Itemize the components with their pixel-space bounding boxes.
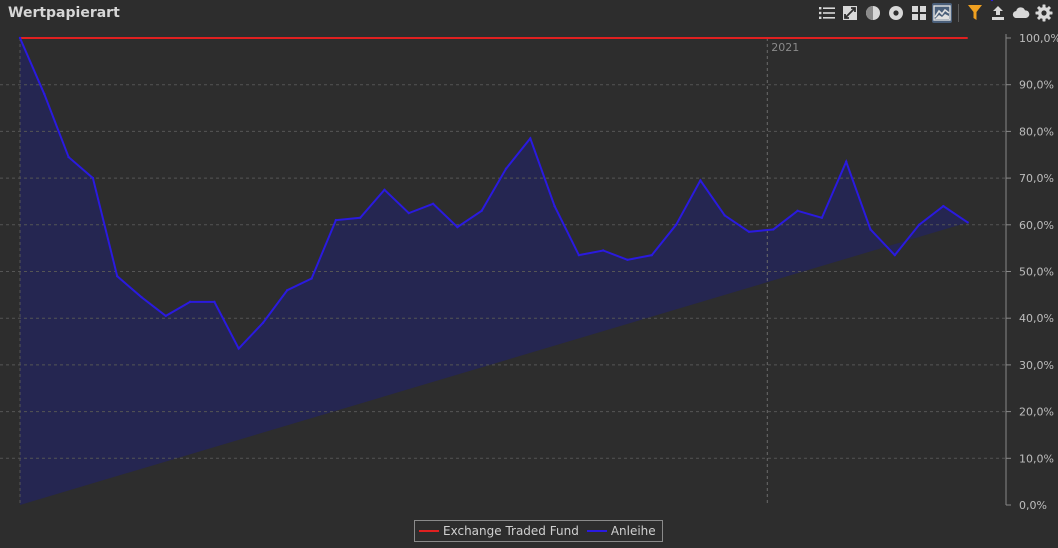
- anleihe-point: [674, 223, 678, 226]
- legend-item-anleihe[interactable]: Anleihe: [586, 524, 656, 538]
- stacked-area-chart: 0,0% 10,0% 20,0% 30,0% 40,0% 50,0% 60,0% 70,0% 8…: [0, 0, 1058, 512]
- anleihe-point: [747, 230, 751, 234]
- y-tick-label: 60,0%: [1019, 219, 1054, 232]
- y-tick-label: 30,0%: [1019, 359, 1054, 372]
- anleihe-point: [845, 160, 848, 163]
- y-tick-label: 40,0%: [1019, 312, 1054, 325]
- anleihe-point: [699, 179, 702, 182]
- legend-swatch-etf: [419, 530, 439, 532]
- y-tick-label: 50,0%: [1019, 266, 1054, 279]
- anleihe-point: [359, 216, 362, 219]
- anleihe-point: [164, 314, 167, 318]
- anleihe-point: [796, 209, 799, 212]
- anleihe-point: [942, 204, 945, 208]
- anleihe-point: [723, 214, 726, 217]
- anleihe-point: [310, 277, 313, 280]
- y-tick-label: 70,0%: [1019, 172, 1054, 185]
- anleihe-point: [529, 137, 532, 140]
- anleihe-point: [626, 258, 629, 262]
- anleihe-point: [990, 0, 994, 2]
- legend-item-etf[interactable]: Exchange Traded Fund: [419, 524, 579, 538]
- year-marker-label: 2021: [771, 41, 799, 54]
- y-tick-label: 90,0%: [1019, 79, 1054, 92]
- anleihe-point: [334, 218, 338, 222]
- anleihe-point: [213, 300, 216, 304]
- anleihe-point: [188, 300, 192, 304]
- anleihe-point: [966, 221, 969, 224]
- anleihe-point: [431, 202, 435, 205]
- anleihe-point: [553, 204, 556, 208]
- anleihe-point: [917, 223, 921, 226]
- legend-swatch-anleihe: [586, 530, 607, 532]
- anleihe-point: [67, 155, 70, 159]
- anleihe-point: [140, 295, 143, 299]
- anleihe-point: [116, 274, 119, 278]
- y-tick-label: 0,0%: [1019, 499, 1047, 512]
- anleihe-point: [18, 36, 22, 40]
- y-tick-label: 10,0%: [1019, 452, 1054, 465]
- anleihe-point: [261, 321, 265, 325]
- wertpapierart-panel: Wertpapierart 0,0% 10,0% 20,0% 30,0% 40,…: [0, 0, 1058, 548]
- y-tick-label: 80,0%: [1019, 125, 1054, 138]
- anleihe-point: [43, 92, 46, 96]
- anleihe-point: [383, 188, 386, 191]
- chart-legend: Exchange Traded Fund Anleihe: [414, 520, 663, 542]
- y-tick-label: 20,0%: [1019, 406, 1054, 419]
- legend-label-anleihe: Anleihe: [610, 524, 656, 538]
- anleihe-point: [237, 347, 240, 350]
- y-tick-label: 100,0%: [1019, 32, 1058, 45]
- anleihe-point: [407, 211, 410, 215]
- anleihe-point: [650, 253, 653, 257]
- legend-label-etf: Exchange Traded Fund: [443, 524, 579, 538]
- anleihe-point: [286, 288, 289, 292]
- anleihe-point: [480, 209, 483, 212]
- anleihe-point: [91, 176, 95, 180]
- anleihe-point: [602, 249, 605, 252]
- anleihe-point: [869, 228, 872, 231]
- anleihe-point: [772, 228, 775, 231]
- anleihe-point: [577, 253, 581, 257]
- anleihe-point: [820, 216, 824, 219]
- anleihe-point: [456, 225, 459, 229]
- anleihe-point: [504, 167, 508, 170]
- anleihe-point: [893, 253, 896, 257]
